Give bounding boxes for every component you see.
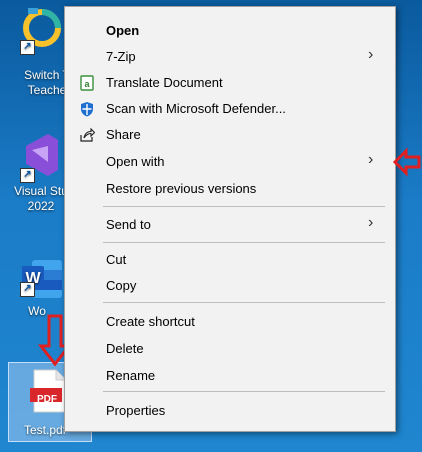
menu-item-7zip[interactable]: 7-Zip › [65,45,395,69]
translate-document-icon: a [80,75,94,91]
menu-item-scan-defender[interactable]: Scan with Microsoft Defender... [65,97,395,121]
chevron-right-icon: › [368,151,374,168]
pdf-badge: PDF [37,394,57,405]
menu-item-rename[interactable]: Rename [65,364,395,388]
menu-item-send-to[interactable]: Send to › [65,213,395,237]
menu-item-translate-document[interactable]: a Translate Document [65,71,395,95]
menu-item-create-shortcut[interactable]: Create shortcut [65,310,395,334]
menu-item-delete[interactable]: Delete [65,337,395,361]
menu-item-restore-previous-versions[interactable]: Restore previous versions [65,177,395,201]
menu-item-properties[interactable]: Properties [65,399,395,423]
context-menu: Open 7-Zip › a Translate Document Scan w… [64,6,396,432]
defender-shield-icon [81,102,93,117]
menu-item-cut[interactable]: Cut [65,248,395,272]
menu-separator [103,302,385,303]
menu-separator [103,206,385,207]
shortcut-arrow-icon: ↗ [20,40,35,55]
menu-item-share[interactable]: Share [65,123,395,147]
chevron-right-icon: › [368,46,374,63]
menu-separator [103,242,385,243]
chevron-right-icon: › [368,214,374,231]
shortcut-arrow-icon: ↗ [20,282,35,297]
menu-separator [103,391,385,392]
red-arrow-left-annotation [392,147,421,177]
shortcut-arrow-icon: ↗ [20,168,35,183]
menu-item-open[interactable]: Open [65,19,395,43]
share-icon [80,127,95,142]
menu-item-open-with[interactable]: Open with › [65,150,395,174]
menu-item-copy[interactable]: Copy [65,274,395,298]
